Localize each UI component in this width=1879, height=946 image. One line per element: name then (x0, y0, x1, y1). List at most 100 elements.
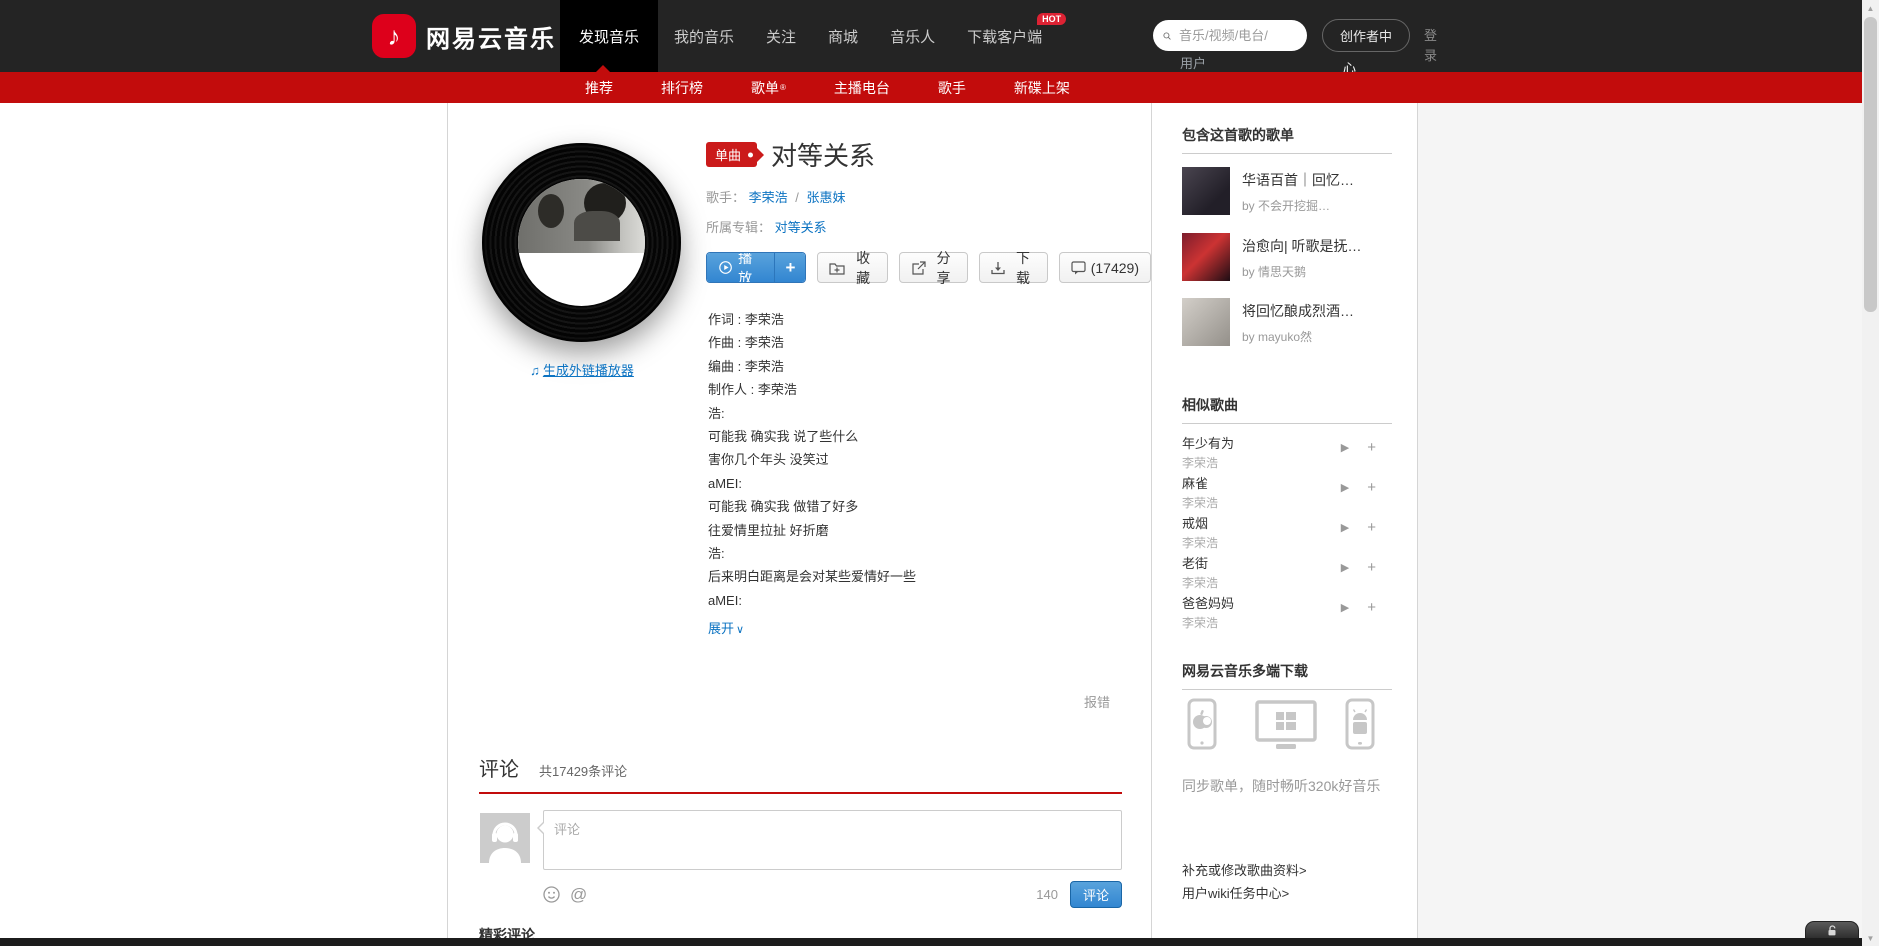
playlist-item[interactable]: 治愈向| 听歌是抚… by 情思天鹅 (1182, 233, 1396, 281)
nav-item-musician[interactable]: 音乐人 (874, 0, 951, 72)
lyric-line: 可能我 确实我 说了些什么 (708, 425, 916, 448)
play-triangle-icon[interactable]: ▶ (1341, 441, 1349, 454)
play-triangle-icon[interactable]: ▶ (1341, 481, 1349, 494)
playlist-item[interactable]: 华语百首｜回忆… by 不会开挖掘… (1182, 167, 1396, 215)
main-column: ♫生成外链播放器 单曲 对等关系 歌手： 李荣浩 / 张惠妹 所属专辑： 对等关… (448, 103, 1152, 946)
play-button-group: 播放 + (706, 252, 806, 283)
artist-link-1[interactable]: 李荣浩 (749, 190, 788, 205)
play-triangle-icon[interactable]: ▶ (1341, 601, 1349, 614)
album-disc (482, 143, 681, 342)
generate-outer-player-link[interactable]: 生成外链播放器 (543, 363, 634, 378)
subnav-item-new-album[interactable]: 新碟上架 (1014, 72, 1070, 103)
artist-link-2[interactable]: 张惠妹 (807, 190, 846, 205)
favorite-button[interactable]: 收藏 (817, 252, 887, 283)
add-icon[interactable]: + (1367, 561, 1376, 574)
player-bar[interactable] (0, 938, 1862, 946)
share-button[interactable]: 分享 (899, 252, 968, 283)
char-counter: 140 (1036, 887, 1058, 902)
comment-bubble-icon (1071, 261, 1086, 275)
lyric-line: 制作人 : 李荣浩 (708, 378, 916, 401)
scrollbar[interactable]: ▲ ▼ (1862, 0, 1879, 946)
play-button[interactable]: 播放 (707, 253, 774, 282)
similar-song-item: 老街 李荣浩 ▶+ (1182, 553, 1396, 589)
playlist-cover[interactable] (1182, 233, 1230, 281)
netease-music-song-page: ♪ 网易云音乐 发现音乐 我的音乐 关注 商城 音乐人 下载客户端 HOT 用户… (0, 0, 1879, 946)
login-link[interactable]: 登 录 (1424, 26, 1437, 66)
avatar (480, 813, 530, 863)
expand-lyrics-link[interactable]: 展开∨ (708, 618, 744, 637)
logo[interactable]: ♪ 网易云音乐 (372, 14, 556, 58)
add-icon[interactable]: + (1367, 441, 1376, 454)
comment-textarea[interactable] (543, 810, 1122, 870)
play-triangle-icon[interactable]: ▶ (1341, 561, 1349, 574)
at-mention-icon[interactable]: @ (570, 885, 587, 905)
similar-song-item: 爸爸妈妈 李荣浩 ▶+ (1182, 593, 1396, 629)
content-wrapper: ♫生成外链播放器 单曲 对等关系 歌手： 李荣浩 / 张惠妹 所属专辑： 对等关… (447, 103, 1418, 946)
song-title: 对等关系 (771, 136, 875, 173)
user-headphones-icon (480, 813, 530, 863)
pc-icon[interactable] (1254, 698, 1318, 757)
playlist-item[interactable]: 将回忆酿成烈酒… by mayuko然 (1182, 298, 1396, 346)
music-note-icon: ♫ (530, 363, 540, 378)
playlist-cover[interactable] (1182, 167, 1230, 215)
android-icon[interactable] (1345, 698, 1375, 757)
download-description: 同步歌单，随时畅听320k好音乐 (1182, 775, 1390, 797)
nav-item-mall[interactable]: 商城 (812, 0, 874, 72)
artist-row: 歌手： 李荣浩 / 张惠妹 (706, 187, 1151, 206)
similar-song-item: 戒烟 李荣浩 ▶+ (1182, 513, 1396, 549)
report-error-link[interactable]: 报错 (1084, 692, 1110, 711)
scroll-up-arrow[interactable]: ▲ (1862, 0, 1879, 16)
sidebar-playlists-title: 包含这首歌的歌单 (1182, 125, 1392, 154)
comments-count-button[interactable]: (17429) (1059, 252, 1151, 283)
comments-count: 共17429条评论 (539, 761, 627, 780)
folder-add-icon (829, 261, 845, 275)
add-icon[interactable]: + (1367, 601, 1376, 614)
subnav-item-playlist[interactable]: 歌单® (751, 72, 786, 103)
lyric-line: 浩: (708, 542, 916, 565)
chevron-down-icon: ∨ (736, 624, 744, 636)
add-to-playlist-button[interactable]: + (774, 253, 805, 282)
emoji-icon[interactable] (543, 886, 560, 903)
creator-center-button[interactable]: 创作者中 (1322, 19, 1410, 52)
playlist-cover[interactable] (1182, 298, 1230, 346)
scroll-down-arrow[interactable]: ▼ (1862, 930, 1879, 946)
subnav-item-artist[interactable]: 歌手 (938, 72, 966, 103)
search-input[interactable] (1177, 27, 1297, 44)
subnav-item-recommend[interactable]: 推荐 (585, 72, 613, 103)
lyric-line: 后来明白距离是会对某些爱情好一些 (708, 565, 916, 588)
album-link[interactable]: 对等关系 (775, 220, 827, 235)
play-triangle-icon[interactable]: ▶ (1341, 521, 1349, 534)
lyric-line: 作词 : 李荣浩 (708, 308, 916, 331)
user-wiki-link[interactable]: 用户wiki任务中心> (1182, 883, 1289, 902)
lyric-line: 往爱情里拉扯 好折磨 (708, 519, 916, 542)
outer-player-link-row: ♫生成外链播放器 (482, 360, 682, 379)
lyric-line: 害你几个年头 没笑过 (708, 448, 916, 471)
lyrics-block: 作词 : 李荣浩 作曲 : 李荣浩 编曲 : 李荣浩 制作人 : 李荣浩 浩: … (708, 308, 916, 612)
comment-submit-button[interactable]: 评论 (1070, 881, 1122, 908)
share-icon (911, 261, 926, 275)
player-lock-tab[interactable] (1805, 921, 1859, 938)
subnav-item-radio[interactable]: 主播电台 (834, 72, 890, 103)
iphone-icon[interactable] (1186, 698, 1218, 757)
comments-title: 评论 (479, 753, 519, 782)
scrollbar-thumb[interactable] (1864, 17, 1877, 312)
lyric-line: 编曲 : 李荣浩 (708, 355, 916, 378)
subnav-item-ranking[interactable]: 排行榜 (661, 72, 703, 103)
similar-song-item: 年少有为 李荣浩 ▶+ (1182, 433, 1396, 469)
sidebar-similar-title: 相似歌曲 (1182, 395, 1392, 424)
topbar: ♪ 网易云音乐 发现音乐 我的音乐 关注 商城 音乐人 下载客户端 HOT 用户… (0, 0, 1862, 72)
nav-item-discover[interactable]: 发现音乐 (560, 0, 658, 72)
search-area: 用户 (1153, 20, 1307, 51)
nav-item-follow[interactable]: 关注 (750, 0, 812, 72)
edit-song-info-link[interactable]: 补充或修改歌曲资料> (1182, 860, 1307, 879)
song-header: 单曲 对等关系 歌手： 李荣浩 / 张惠妹 所属专辑： 对等关系 (706, 136, 1151, 283)
logo-text: 网易云音乐 (426, 19, 556, 54)
search-box[interactable] (1153, 20, 1307, 51)
comment-toolbar: @ 140 评论 (543, 881, 1122, 908)
download-button[interactable]: 下载 (979, 252, 1048, 283)
download-devices (1182, 698, 1396, 754)
add-icon[interactable]: + (1367, 481, 1376, 494)
add-icon[interactable]: + (1367, 521, 1376, 534)
nav-item-download-client[interactable]: 下载客户端 HOT (951, 0, 1058, 72)
nav-item-my-music[interactable]: 我的音乐 (658, 0, 750, 72)
